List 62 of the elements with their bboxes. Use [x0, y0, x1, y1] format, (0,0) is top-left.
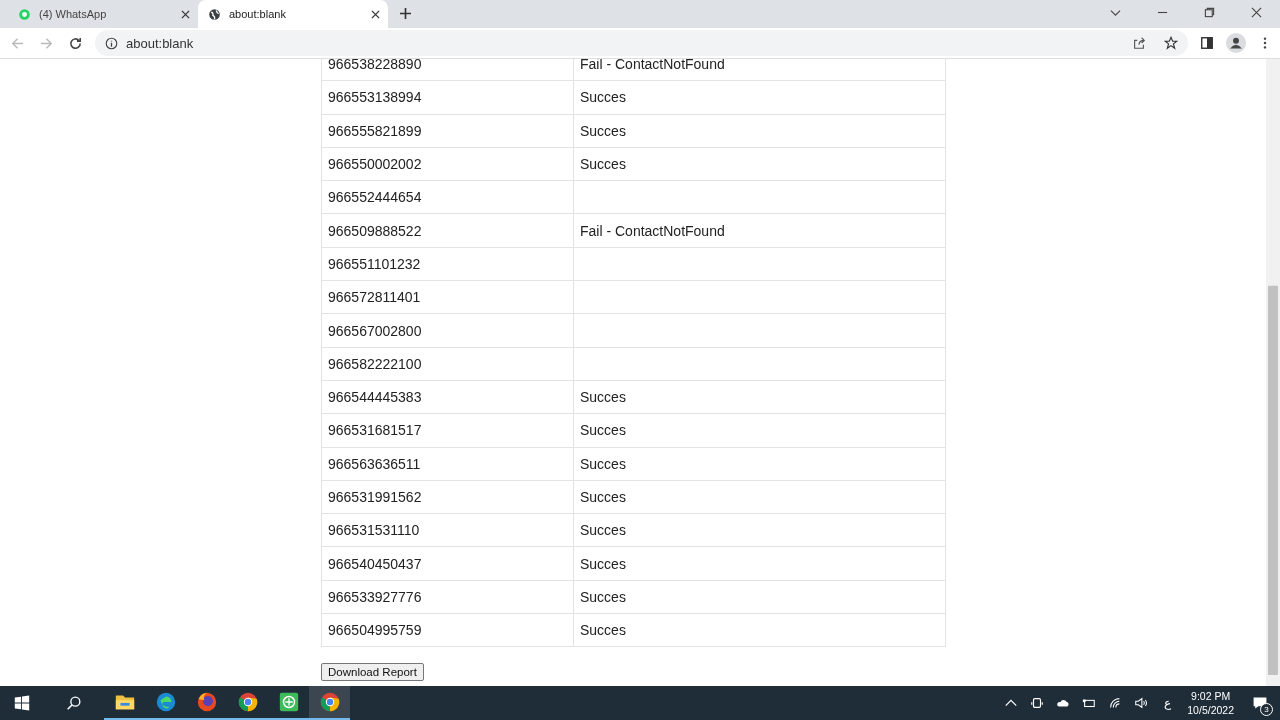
table-cell: Succes [573, 613, 946, 647]
notifications-button[interactable]: 3 [1240, 686, 1280, 720]
star-icon[interactable] [1164, 36, 1178, 50]
table-cell: 966544445383 [321, 380, 574, 414]
table-cell: Succes [573, 114, 946, 148]
speaker-icon[interactable] [1134, 696, 1149, 710]
info-icon [105, 36, 118, 50]
new-tab-icon[interactable] [400, 8, 411, 19]
table-cell: 966531681517 [321, 413, 574, 448]
chrome-icon [318, 691, 341, 713]
chrome-icon [236, 691, 259, 713]
message-icon [1252, 695, 1268, 711]
address-bar[interactable]: about:blank [95, 30, 1188, 56]
table-cell: 966551101232 [321, 247, 574, 281]
close-icon[interactable] [181, 9, 190, 19]
restore-icon[interactable] [1204, 7, 1215, 18]
browser-tab[interactable]: about:blank [198, 0, 388, 28]
scrollbar[interactable] [1266, 59, 1280, 686]
fox-globe-icon [195, 691, 218, 713]
download-button[interactable]: Download Report [321, 663, 424, 682]
table-cell: 966555821899 [321, 114, 574, 148]
app-icon [277, 691, 300, 713]
chevron-down-icon[interactable] [1110, 7, 1121, 18]
table-cell: Succes [573, 580, 946, 614]
reload-icon[interactable] [68, 35, 83, 51]
table-cell: Succes [573, 513, 946, 547]
globe-icon [208, 7, 221, 21]
table-cell: 966552444654 [321, 180, 574, 214]
table-cell: Succes [573, 80, 946, 115]
profile-icon[interactable] [1226, 33, 1246, 53]
clock[interactable]: 9:02 PM 10/5/2022 [1187, 689, 1234, 717]
share-icon[interactable] [1132, 36, 1146, 50]
browser-tab[interactable]: (4) WhatsApp [8, 0, 198, 28]
side-panel-icon[interactable] [1200, 36, 1214, 50]
table-cell: Succes [573, 413, 946, 448]
chat-icon [18, 7, 31, 21]
table-cell: Succes [573, 147, 946, 181]
table-cell: 966582222100 [321, 347, 574, 381]
table-cell: 966533927776 [321, 580, 574, 614]
table-cell: Succes [573, 480, 946, 514]
table-cell: 966531531110 [321, 513, 574, 547]
table-cell: Succes [573, 447, 946, 481]
swirl-icon [154, 691, 177, 713]
table-cell: 966572811401 [321, 280, 574, 314]
input-language[interactable]: ع [1164, 696, 1172, 710]
table-cell: 966550002002 [321, 147, 574, 181]
camera-icon[interactable] [1030, 696, 1045, 710]
close-icon[interactable] [1251, 7, 1262, 18]
table-cell: 966567002800 [321, 313, 574, 348]
table-cell: 966509888522 [321, 214, 574, 248]
table-cell: Succes [573, 380, 946, 414]
table-cell: 966504995759 [321, 613, 574, 647]
table-cell: 966538228890 [321, 59, 574, 81]
table-cell: 966531991562 [321, 480, 574, 514]
table-cell: Succes [573, 546, 946, 581]
table-cell: 966563636511 [321, 447, 574, 481]
table-cell: Fail - ContactNotFound [573, 214, 946, 248]
table-cell: 966553138994 [321, 80, 574, 115]
notification-count: 3 [1260, 703, 1273, 716]
table-cell: Fail - ContactNotFound [573, 59, 946, 81]
close-icon[interactable] [371, 9, 380, 19]
table-cell: 966540450437 [321, 546, 574, 581]
